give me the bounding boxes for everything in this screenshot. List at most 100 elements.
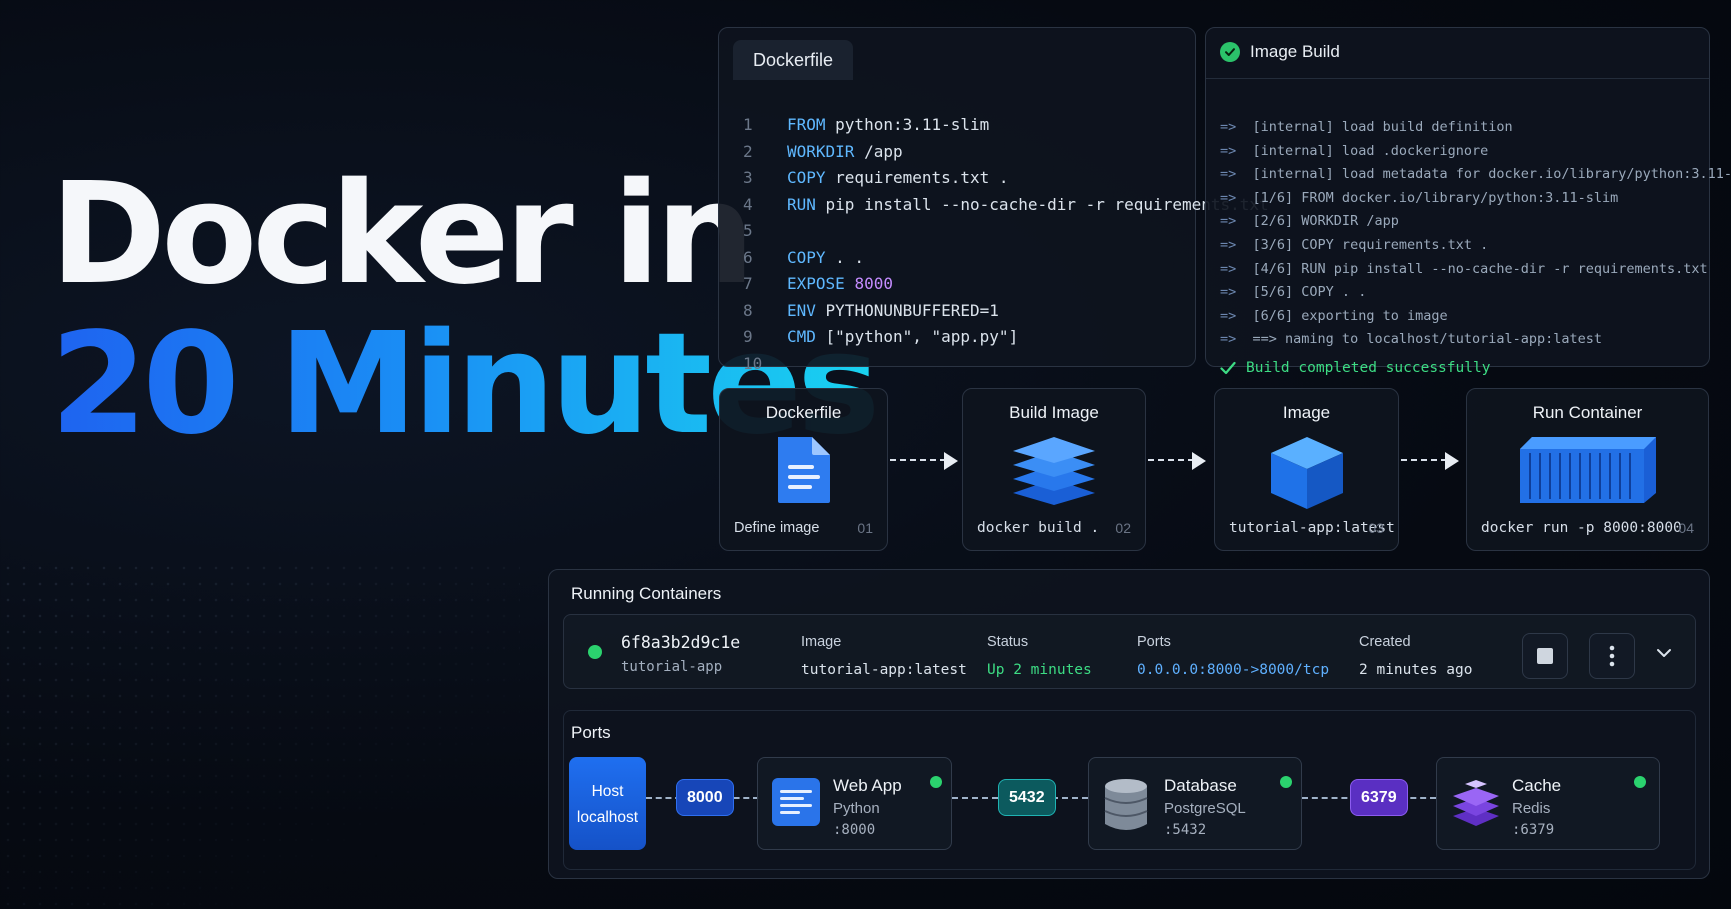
build-success-line: Build completed successfully xyxy=(1220,360,1490,376)
running-containers-title: Running Containers xyxy=(571,584,722,603)
service-status-dot xyxy=(930,776,942,788)
tab-dockerfile[interactable]: Dockerfile xyxy=(733,40,854,80)
code-keyword: ENV xyxy=(787,300,816,320)
log-line: => [internal] load build definition xyxy=(1220,116,1731,140)
log-arrow: => xyxy=(1220,331,1237,348)
code-text: . . xyxy=(825,247,865,267)
code-keyword: COPY xyxy=(787,247,826,267)
stop-icon xyxy=(1537,648,1553,664)
stage-number: 03 xyxy=(1368,520,1384,536)
log-line: => [3/6] COPY requirements.txt . xyxy=(1220,234,1731,258)
container-id: 6f8a3b2d9c1e xyxy=(621,633,741,652)
service-status-dot xyxy=(1634,776,1646,788)
expand-row-button[interactable] xyxy=(1656,645,1672,663)
code-line: 10 xyxy=(733,351,1269,378)
build-log: => [internal] load build definition => [… xyxy=(1220,116,1731,352)
code-line: 6 COPY . . xyxy=(733,245,1269,272)
code-text: pip install --no-cache-dir -r requiremen… xyxy=(815,194,1269,214)
port-badge-5432: 5432 xyxy=(998,779,1056,816)
service-port: :6379 xyxy=(1512,822,1555,838)
service-name: Cache xyxy=(1512,776,1562,795)
service-cache[interactable]: Cache Redis :6379 xyxy=(1436,757,1660,850)
line-number: 2 xyxy=(743,141,753,161)
code-keyword: CMD xyxy=(787,327,816,346)
container-icon xyxy=(1518,435,1658,510)
stop-button[interactable] xyxy=(1522,633,1568,679)
log-arrow: => xyxy=(1220,307,1237,324)
line-number: 7 xyxy=(743,274,753,293)
code-number: 8000 xyxy=(854,274,893,293)
service-port: :8000 xyxy=(833,822,876,838)
log-text: [2/6] WORKDIR /app xyxy=(1252,213,1399,230)
image-build-panel: Image Build => [internal] load build def… xyxy=(1205,27,1731,376)
log-arrow: => xyxy=(1220,142,1237,159)
layers-icon xyxy=(1011,435,1097,510)
column-header-status: Status xyxy=(987,634,1029,650)
code-line: 2 WORKDIR /app xyxy=(733,139,1269,166)
log-text: [4/6] RUN pip install --no-cache-dir -r … xyxy=(1252,260,1708,277)
stage-title: Build Image xyxy=(1009,403,1099,422)
redis-icon xyxy=(1451,778,1501,833)
service-web-app[interactable]: Web App Python :8000 xyxy=(757,757,952,850)
service-database[interactable]: Database PostgreSQL :5432 xyxy=(1088,757,1302,850)
kebab-menu-icon xyxy=(1609,645,1615,667)
divider xyxy=(1206,78,1709,79)
running-status-dot xyxy=(588,645,602,659)
stage-dockerfile[interactable]: Dockerfile Define image 01 xyxy=(719,388,888,551)
container-name: tutorial-app xyxy=(621,659,723,675)
code-text: ["python", "app.py"] xyxy=(815,327,1019,346)
service-runtime: Redis xyxy=(1512,800,1551,817)
stage-caption: docker build . xyxy=(977,520,1100,536)
line-number: 1 xyxy=(743,115,753,134)
code-keyword: WORKDIR xyxy=(787,141,855,161)
code-keyword: COPY xyxy=(787,168,826,187)
port-badge-8000: 8000 xyxy=(676,779,734,816)
container-row[interactable]: 6f8a3b2d9c1e tutorial-app Image tutorial… xyxy=(563,614,1696,689)
log-line: => [5/6] COPY . . xyxy=(1220,281,1731,305)
stage-caption: docker run -p 8000:8000 xyxy=(1481,520,1682,536)
document-icon xyxy=(774,435,834,510)
line-number: 4 xyxy=(743,194,753,214)
service-status-dot xyxy=(1280,776,1292,788)
dockerfile-editor: Dockerfile 1 FROM python:3.11-slim 2 WORKD… xyxy=(718,27,1269,373)
service-name: Web App xyxy=(833,776,902,795)
flow-arrow xyxy=(1148,452,1206,470)
code-area[interactable]: 1 FROM python:3.11-slim 2 WORKDIR /app 3 CO… xyxy=(733,112,1269,377)
log-arrow: => xyxy=(1220,166,1237,183)
stage-number: 02 xyxy=(1115,520,1131,536)
log-text: ==> naming to localhost/tutorial-app:lat… xyxy=(1252,331,1603,348)
log-text: [1/6] FROM docker.io/library/python:3.11… xyxy=(1252,189,1619,206)
stage-number: 01 xyxy=(857,520,873,536)
stage-build-image[interactable]: Build Image docker build . 02 xyxy=(962,388,1146,551)
log-line: => [1/6] FROM docker.io/library/python:3… xyxy=(1220,187,1731,211)
code-line: 7 EXPOSE 8000 xyxy=(733,271,1269,298)
log-text: [internal] load .dockerignore xyxy=(1252,142,1489,159)
stage-run-container[interactable]: Run Container docker run -p 8000:8000 04 xyxy=(1466,388,1709,551)
stage-image[interactable]: Image tutorial-app:latest 03 xyxy=(1214,388,1399,551)
column-header-image: Image xyxy=(801,634,842,650)
log-arrow: => xyxy=(1220,189,1237,206)
code-line: 5 xyxy=(733,218,1269,245)
flow-arrow xyxy=(890,452,958,470)
host-node[interactable]: Host localhost xyxy=(569,757,646,850)
code-line: 8 ENV PYTHONUNBUFFERED=1 xyxy=(733,298,1269,325)
port-badge-6379: 6379 xyxy=(1350,779,1408,816)
log-line: => [4/6] RUN pip install --no-cache-dir … xyxy=(1220,258,1731,282)
stage-caption: Define image xyxy=(734,520,820,536)
code-line: 1 FROM python:3.11-slim xyxy=(733,112,1269,139)
log-text: [3/6] COPY requirements.txt . xyxy=(1252,236,1489,253)
log-line: => [6/6] exporting to image xyxy=(1220,305,1731,329)
more-options-button[interactable] xyxy=(1589,633,1635,679)
database-icon xyxy=(1103,778,1149,837)
container-status: Up 2 minutes xyxy=(987,662,1092,678)
chevron-down-icon xyxy=(1657,649,1671,657)
host-name: localhost xyxy=(576,809,639,826)
log-line: => [internal] load metadata for docker.i… xyxy=(1220,163,1731,187)
webapp-icon xyxy=(772,778,820,831)
host-label: Host xyxy=(591,783,624,800)
log-text: [internal] load metadata for docker.io/l… xyxy=(1252,166,1731,183)
container-ports-link[interactable]: 0.0.0.0:8000->8000/tcp xyxy=(1137,662,1329,678)
line-number: 10 xyxy=(743,353,763,373)
success-check-icon xyxy=(1220,42,1240,62)
